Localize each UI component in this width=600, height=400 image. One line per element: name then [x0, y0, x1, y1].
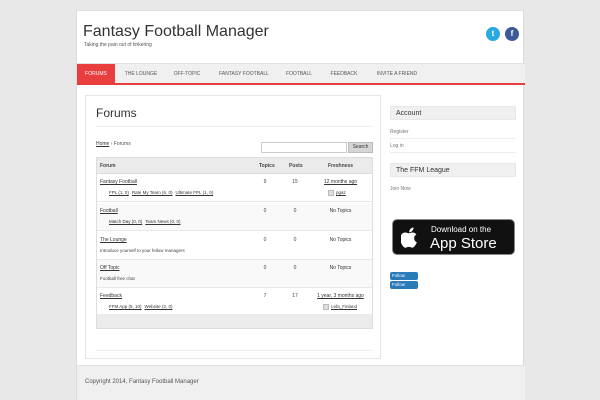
page-container: Fantasy Football Manager Taking the pain… — [76, 10, 525, 400]
app-store-small-text: Download on the — [431, 225, 492, 234]
subforum-list: FPL (1, 0) Rate My Team (6, 0) Ultimate FP… — [109, 190, 216, 195]
facebook-icon[interactable]: f — [505, 27, 519, 41]
nav-item-forums[interactable]: FORUMS — [77, 64, 115, 84]
forum-link-football[interactable]: Football — [100, 208, 118, 214]
posts-count: 0 — [293, 265, 297, 271]
subforum-link[interactable]: Website (2, 0) — [145, 304, 173, 309]
table-header: Forum Topics Posts Freshness — [97, 158, 372, 174]
forum-description: Football free chat — [100, 276, 135, 281]
register-link[interactable]: Register — [390, 129, 516, 139]
last-poster-link[interactable]: Lefa_Finland — [331, 304, 357, 309]
posts-count: 17 — [292, 293, 298, 299]
forums-content: Forums Home › Forums Search Forum Topics… — [85, 95, 381, 359]
table-footer — [97, 314, 372, 328]
forum-link-fantasy-football[interactable]: Fantasy Football — [100, 179, 137, 185]
subforum-link[interactable]: FFM App (5, 10) — [109, 304, 142, 309]
divider — [96, 350, 373, 351]
freshness-text: No Topics — [329, 237, 352, 243]
subforum-link[interactable]: Team News (0, 0) — [145, 219, 180, 224]
search-button[interactable]: Search — [348, 142, 373, 153]
site-tagline: Taking the pain out of tinkering — [84, 42, 152, 48]
avatar — [328, 190, 334, 196]
apple-icon — [401, 227, 417, 248]
avatar — [323, 304, 329, 310]
posts-count: 15 — [292, 179, 298, 185]
last-poster: pgaz — [328, 190, 346, 196]
breadcrumb-current: Forums — [113, 141, 131, 147]
site-title[interactable]: Fantasy Football Manager — [83, 23, 269, 41]
topics-count: 7 — [263, 293, 267, 299]
freshness-text: No Topics — [329, 265, 352, 271]
search-input[interactable] — [261, 142, 347, 153]
subforum-list: Match Day (0, 0) Team News (0, 0) — [109, 219, 184, 224]
posts-count: 0 — [293, 208, 297, 214]
table-row: Off Topic Football free chat 0 0 No Topi… — [97, 260, 372, 288]
subforum-link[interactable]: FPL (1, 0) — [109, 190, 129, 195]
twitter-follow-label: Follow — [392, 273, 406, 278]
forum-description: Introduce yourself to your fellow manage… — [100, 248, 185, 253]
freshness-text: No Topics — [329, 208, 352, 214]
column-header-freshness: Freshness — [328, 163, 354, 169]
app-store-badge[interactable]: Download on the App Store — [392, 219, 515, 255]
app-store-big-text: App Store — [430, 235, 497, 252]
divider — [96, 126, 373, 127]
table-row: Football Match Day (0, 0) Team News (0, 0… — [97, 203, 372, 231]
freshness-link[interactable]: 12 months ago — [309, 179, 372, 185]
forums-table: Forum Topics Posts Freshness Fantasy Foo… — [96, 157, 373, 329]
twitter-follow-button[interactable]: Follow — [390, 272, 418, 280]
page-title: Forums — [96, 106, 137, 120]
join-now-link[interactable]: Join Now — [390, 186, 516, 195]
nav-accent-bar — [77, 83, 525, 85]
table-row: Feedback FFM App (5, 10) Website (2, 0) 7… — [97, 288, 372, 316]
table-row: The Lounge Introduce yourself to your fe… — [97, 232, 372, 260]
breadcrumb: Home › Forums — [96, 141, 131, 147]
topics-count: 0 — [263, 208, 267, 214]
nav-item-feedback[interactable]: FEEDBACK — [323, 64, 365, 84]
breadcrumb-home-link[interactable]: Home — [96, 141, 109, 147]
forum-link-off-topic[interactable]: Off Topic — [100, 265, 120, 271]
subforum-link[interactable]: Ultimate FPL (1, 0) — [176, 190, 214, 195]
twitter-follow-button[interactable]: Follow — [390, 281, 418, 289]
nav-item-invite-a-friend[interactable]: INVITE A FRIEND — [367, 64, 427, 84]
login-link[interactable]: Log in — [390, 143, 516, 153]
site-footer: Copyright 2014, Fantasy Football Manager — [77, 365, 525, 400]
twitter-follow-label: Follow — [392, 282, 406, 287]
column-header-topics: Topics — [259, 163, 275, 169]
nav-item-the-lounge[interactable]: THE LOUNGE — [117, 64, 165, 84]
topics-count: 0 — [263, 237, 267, 243]
freshness-link[interactable]: 1 year, 3 months ago — [309, 293, 372, 299]
league-widget-title: The FFM League — [390, 163, 516, 177]
nav-item-football[interactable]: FOOTBALL — [279, 64, 319, 84]
twitter-icon[interactable]: t — [486, 27, 500, 41]
table-row: Fantasy Football FPL (1, 0) Rate My Team … — [97, 174, 372, 202]
subforum-link[interactable]: Rate My Team (6, 0) — [132, 190, 173, 195]
column-header-forum: Forum — [100, 163, 116, 169]
forum-link-feedback[interactable]: Feedback — [100, 293, 122, 299]
subforum-list: FFM App (5, 10) Website (2, 0) — [109, 304, 175, 309]
column-header-posts: Posts — [289, 163, 303, 169]
account-widget-title: Account — [390, 106, 516, 120]
posts-count: 0 — [293, 237, 297, 243]
forum-link-the-lounge[interactable]: The Lounge — [100, 237, 127, 243]
topics-count: 0 — [263, 265, 267, 271]
main-nav: FORUMS THE LOUNGE OFF-TOPIC FANTASY FOOT… — [77, 63, 525, 84]
last-poster: Lefa_Finland — [323, 304, 357, 310]
last-poster-link[interactable]: pgaz — [336, 190, 346, 195]
copyright-text: Copyright 2014, Fantasy Football Manager — [85, 379, 199, 385]
site-header: Fantasy Football Manager Taking the pain… — [77, 11, 525, 63]
topics-count: 9 — [263, 179, 267, 185]
breadcrumb-separator: › — [110, 141, 113, 147]
nav-item-off-topic[interactable]: OFF-TOPIC — [167, 64, 207, 84]
subforum-link[interactable]: Match Day (0, 0) — [109, 219, 142, 224]
nav-item-fantasy-football[interactable]: FANTASY FOOTBALL — [211, 64, 277, 84]
